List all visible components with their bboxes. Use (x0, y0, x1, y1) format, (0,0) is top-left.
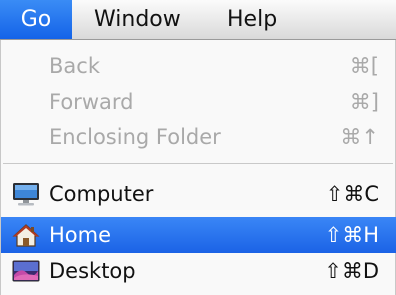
menu-item-back[interactable]: Back ⌘[ (1, 48, 396, 84)
menu-item-desktop[interactable]: Desktop ⇧⌘D (1, 253, 396, 289)
menu-item-shortcut: ⌘] (349, 90, 379, 114)
menu-item-forward[interactable]: Forward ⌘] (1, 84, 396, 120)
computer-icon (11, 181, 41, 207)
menu-item-label: Desktop (49, 259, 136, 283)
menu-item-shortcut: ⇧⌘D (324, 259, 379, 283)
menu-bar: Go Window Help (0, 0, 396, 40)
menu-item-enclosing-folder[interactable]: Enclosing Folder ⌘↑ (1, 119, 396, 155)
menu-help-label: Help (227, 7, 278, 32)
menu-item-shortcut: ⌘[ (349, 54, 379, 78)
menu-window[interactable]: Window (80, 0, 195, 39)
desktop-icon (11, 258, 41, 284)
menu-item-label: Enclosing Folder (49, 125, 221, 149)
menu-item-label: Back (49, 54, 100, 78)
menu-go[interactable]: Go (0, 0, 72, 39)
menu-item-shortcut: ⇧⌘C (325, 182, 379, 206)
menu-window-label: Window (94, 7, 181, 32)
menu-item-label: Home (49, 223, 112, 247)
go-menu-dropdown: Back ⌘[ Forward ⌘] Enclosing Folder ⌘↑ C… (0, 40, 396, 295)
menu-item-label: Computer (49, 182, 154, 206)
menu-item-label: Forward (49, 90, 134, 114)
menu-go-label: Go (20, 7, 52, 32)
menu-item-computer[interactable]: Computer ⇧⌘C (1, 176, 396, 212)
menu-item-home[interactable]: Home ⇧⌘H (1, 217, 396, 253)
menu-item-shortcut: ⇧⌘H (324, 223, 379, 247)
menu-separator (3, 163, 393, 164)
home-icon (11, 222, 41, 248)
menu-help[interactable]: Help (213, 0, 291, 39)
menu-item-shortcut: ⌘↑ (340, 125, 379, 149)
